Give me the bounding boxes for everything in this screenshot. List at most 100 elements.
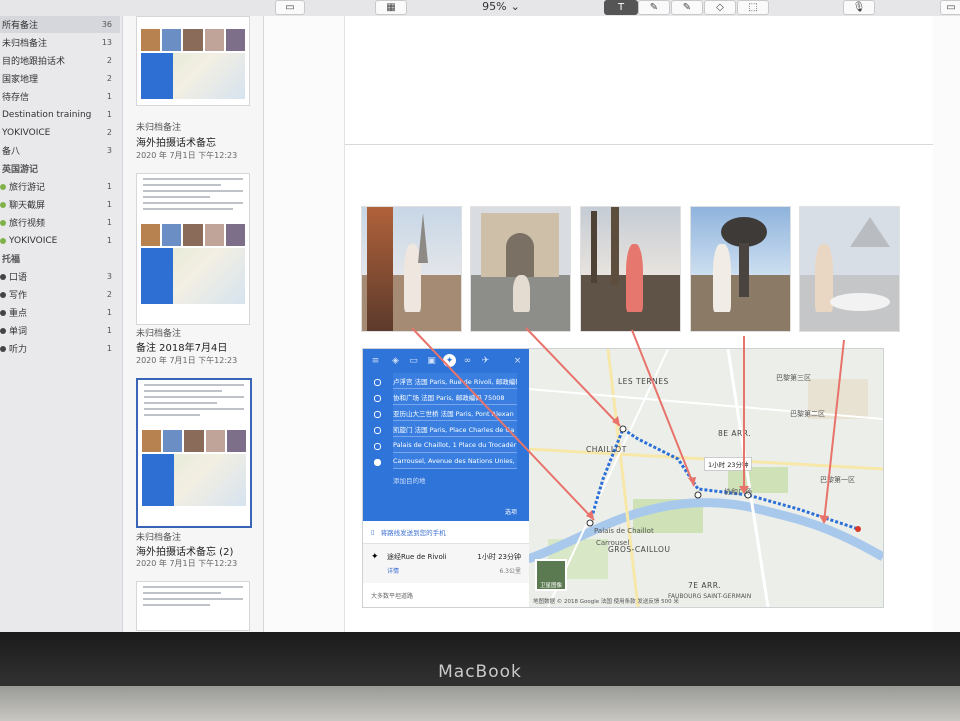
route-details-link[interactable]: 详情 <box>387 566 399 575</box>
sidebar-item-count: 1 <box>106 200 112 209</box>
flight-icon[interactable]: ✈ <box>479 354 492 367</box>
photo-eiffel-tower[interactable] <box>361 206 462 332</box>
map-label-ternes: LES TERNES <box>618 377 669 386</box>
photo-arc-de-triomphe[interactable] <box>470 206 571 332</box>
sidebar-item-count: 1 <box>106 236 112 245</box>
photo-pont-alexandre[interactable] <box>580 206 681 332</box>
photo-fountain[interactable] <box>690 206 791 332</box>
sidebar-item-all-notes[interactable]: 所有备注 36 <box>0 16 120 33</box>
sidebar-item-label: 所有备注 <box>2 21 39 31</box>
stop-dot-icon <box>374 379 381 386</box>
google-maps-screenshot[interactable]: 1小时 23分钟 LES TERNES CHAILLOT GROS-CAILLO… <box>362 348 884 608</box>
tag-dot-icon <box>0 345 6 352</box>
sidebar-item-label: Destination training <box>2 109 92 120</box>
map-canvas[interactable]: 1小时 23分钟 LES TERNES CHAILLOT GROS-CAILLO… <box>528 349 883 607</box>
satellite-toggle[interactable]: 卫星图像 <box>535 559 567 591</box>
map-label-8e-arr: 8E ARR. <box>718 429 752 438</box>
note-folder: 未归档备注 <box>136 123 182 133</box>
stop-dot-icon <box>374 443 381 450</box>
sidebar-item-unfiled[interactable]: 未归档备注 13 <box>0 34 120 51</box>
sidebar-tag-travel-notes[interactable]: 旅行游记 1 <box>0 178 120 195</box>
note-item-selected[interactable]: 未归档备注 海外拍摄话术备忘 (2) 2020 年 7月1日 下午12:23 <box>133 378 252 578</box>
route-icon[interactable]: ◈ <box>389 354 402 367</box>
pen-icon[interactable]: ✎ <box>638 0 670 15</box>
route-stop-input[interactable]: Carrousel, Avenue des Nations Unies, 75 <box>393 453 517 469</box>
note-editor[interactable]: 1小时 23分钟 LES TERNES CHAILLOT GROS-CAILLO… <box>264 16 960 632</box>
table-button[interactable]: ▦ <box>375 0 407 15</box>
marker-icon[interactable]: ✎ <box>671 0 703 15</box>
map-label-faubourg: FAUBOURG SAINT-GERMAIN <box>668 593 752 600</box>
stop-dot-icon <box>374 411 381 418</box>
send-to-phone-link[interactable]: ▯ 将路线发送到您的手机 <box>363 521 529 543</box>
note-date: 2020 年 7月1日 下午12:23 <box>136 356 238 365</box>
route-note: 大多数平坦道路 <box>363 583 529 607</box>
top-toolbar: ▭ ▦ 95% ⌄ T ✎ ✎ ◇ ⬚ 🎙 ▭ <box>0 0 960 17</box>
route-stop-input[interactable]: Palais de Chaillot, 1 Place du Trocadér <box>393 437 517 453</box>
note-title: 海外拍摄话术备忘 <box>136 138 216 149</box>
route-stop-input[interactable]: 亚历山大三世桥 法国 Paris, Pont Alexan <box>393 405 517 421</box>
eraser-icon[interactable]: ◇ <box>704 0 736 15</box>
send-to-phone-label: 将路线发送到您的手机 <box>380 529 446 537</box>
route-stop-input[interactable]: 卢浮宫 法国 Paris, Rue de Rivoli, 邮政编码 <box>393 373 517 389</box>
sidebar-tag-writing[interactable]: 写作 2 <box>0 286 120 303</box>
add-destination-button[interactable]: 添加目的地 <box>393 475 426 485</box>
sidebar-item-count: 1 <box>106 218 112 227</box>
zoom-dropdown[interactable]: 95% ⌄ <box>470 0 532 13</box>
walking-icon[interactable]: ✦ <box>443 354 456 367</box>
note-item[interactable]: 未归档备注 海外拍摄话术备忘 2020 年 7月1日 下午12:23 <box>133 16 251 166</box>
route-stop-input[interactable]: 凯旋门 法国 Paris, Place Charles de Ga <box>393 421 517 437</box>
sidebar-tag-listening[interactable]: 听力 1 <box>0 340 120 357</box>
chevron-down-icon: ⌄ <box>510 0 520 13</box>
sidebar-item-count: 2 <box>106 290 112 299</box>
sidebar-item-label: 目的地跟拍话术 <box>2 57 66 67</box>
tag-dot-icon <box>0 327 6 334</box>
text-tool-button[interactable]: T <box>604 0 638 15</box>
sidebar-item-label: 英国游记 <box>2 165 39 175</box>
sidebar-tag-travel-videos[interactable]: 旅行视频 1 <box>0 214 120 231</box>
note-folder: 未归档备注 <box>136 533 182 543</box>
overflow-button[interactable]: ▭ <box>940 0 960 15</box>
walking-icon: ✦ <box>371 552 379 562</box>
lasso-icon[interactable]: ⬚ <box>737 0 769 15</box>
photo-louvre-cafe[interactable] <box>799 206 900 332</box>
map-label-arr2: 巴黎第二区 <box>790 410 825 418</box>
directions-panel: ≡ ◈ ▭ ▣ ✦ ∞ ✈ × 卢浮宫 法国 Paris, Rue de Riv… <box>363 349 529 521</box>
sidebar-item-label: 重点 <box>9 309 28 319</box>
sidebar-tag-chat-screenshots[interactable]: 聊天截屏 1 <box>0 196 120 213</box>
map-footer: 地图数据 © 2018 Google 法国 使用条款 发送反馈 500 米 <box>533 599 679 605</box>
laptop-brand-logo: MacBook <box>438 662 522 682</box>
sidebar-tag-speaking[interactable]: 口语 3 <box>0 268 120 285</box>
map-label-7e-arr: 7E ARR. <box>688 581 722 590</box>
sidebar-tag-vocabulary[interactable]: 单词 1 <box>0 322 120 339</box>
sidebar-item-pending[interactable]: 待存信 1 <box>0 88 120 105</box>
sidebar-item-national-geographic[interactable]: 国家地理 2 <box>0 70 120 87</box>
sidebar-item-count: 1 <box>106 326 112 335</box>
sidebar-toggle-button[interactable]: ▭ <box>275 0 305 15</box>
route-stop-input[interactable]: 协和广场 法国 Paris, 邮政编码 75008 <box>393 389 517 405</box>
note-folder: 未归档备注 <box>136 329 182 339</box>
sidebar-item-yokivoice[interactable]: YOKIVOICE 2 <box>0 124 120 141</box>
sidebar-item-destination-scripts[interactable]: 目的地跟拍话术 2 <box>0 52 120 69</box>
sidebar-item-destination-training[interactable]: Destination training 1 <box>0 106 120 123</box>
sidebar-section-uk-travel[interactable]: 英国游记 <box>0 160 120 177</box>
note-thumbnail[interactable] <box>136 581 250 631</box>
options-button[interactable]: 选项 <box>505 507 517 516</box>
sidebar-item-label: 旅行游记 <box>9 183 46 193</box>
sidebar-item-label: 未归档备注 <box>2 39 48 49</box>
car-icon[interactable]: ▭ <box>407 354 420 367</box>
menu-icon[interactable]: ≡ <box>369 354 382 367</box>
sidebar-item-label: 旅行视频 <box>9 219 46 229</box>
sidebar-item-count: 1 <box>106 92 112 101</box>
sidebar-item-label: 聊天截屏 <box>9 201 46 211</box>
route-option[interactable]: ✦ 途经Rue de Rivoli 1小时 23分钟 详情 6.3公里 <box>363 543 529 584</box>
microphone-icon[interactable]: 🎙 <box>843 0 875 15</box>
sidebar-section-toefl[interactable]: 托福 <box>0 250 120 267</box>
close-icon[interactable]: × <box>511 354 524 367</box>
note-item[interactable]: 未归档备注 备注 2018年7月4日 2020 年 7月1日 下午12:23 <box>133 173 251 368</box>
sidebar-item-misc[interactable]: 备八 3 <box>0 142 120 159</box>
transit-icon[interactable]: ▣ <box>425 354 438 367</box>
bicycle-icon[interactable]: ∞ <box>461 354 474 367</box>
note-title: 备注 2018年7月4日 <box>136 343 228 354</box>
sidebar-tag-key-points[interactable]: 重点 1 <box>0 304 120 321</box>
sidebar-tag-yokivoice[interactable]: YOKIVOICE 1 <box>0 232 120 249</box>
